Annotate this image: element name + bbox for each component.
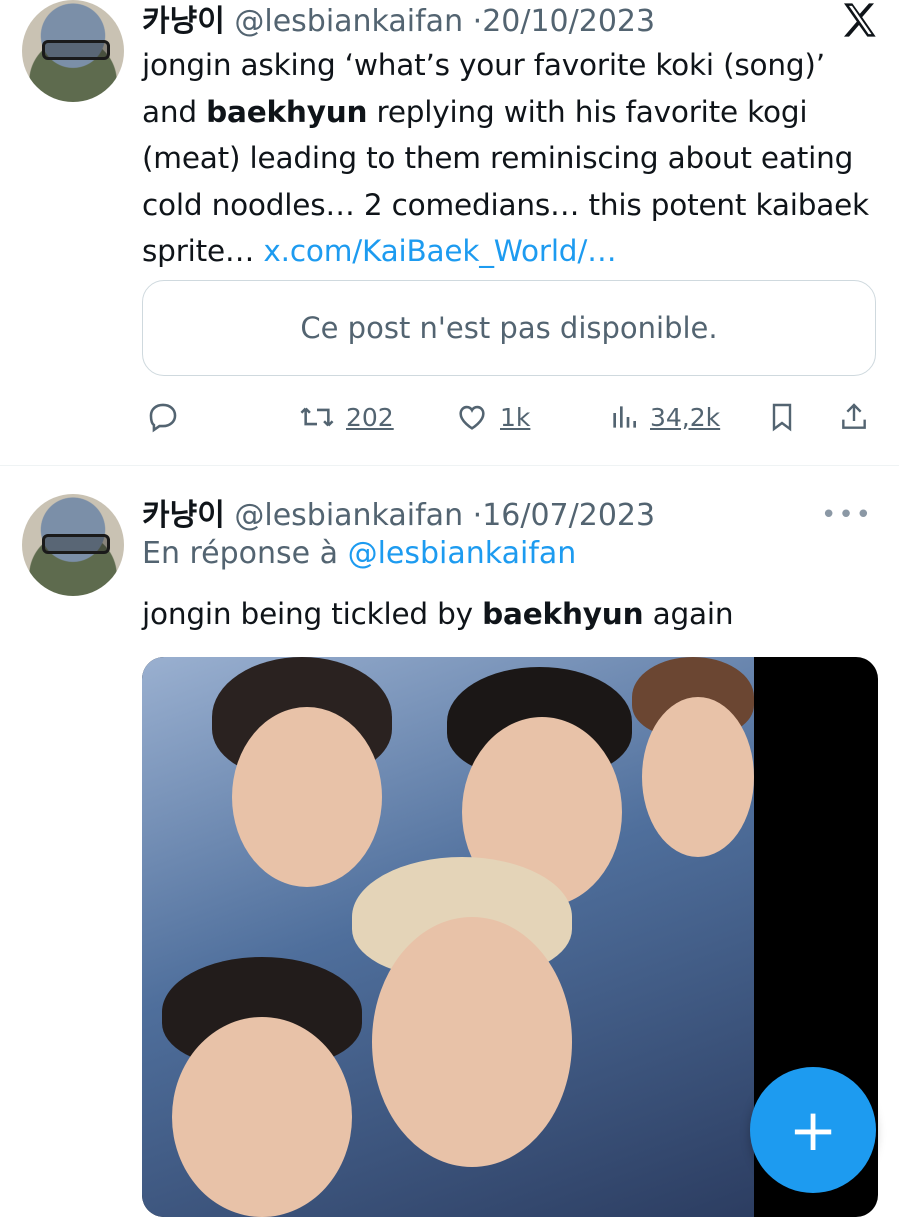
face-shape	[232, 707, 382, 887]
avatar-glasses-shape	[42, 534, 110, 554]
display-name[interactable]: 카냥이	[142, 498, 225, 533]
like-count[interactable]: 1k	[500, 403, 530, 432]
handle[interactable]: @lesbiankaifan	[234, 498, 463, 533]
tweet-header: 카냥이 @lesbiankaifan ·20/10/2023	[142, 0, 655, 40]
bookmark-icon	[766, 399, 798, 435]
avatar-glasses-shape	[42, 40, 110, 60]
views-icon	[608, 400, 640, 434]
action-bar: 202 1k 34,2k	[142, 392, 882, 442]
reply-context: En réponse à @lesbiankaifan	[142, 536, 576, 571]
tweet-text-bold: baekhyun	[206, 94, 368, 129]
reply-icon	[146, 400, 180, 434]
avatar[interactable]	[22, 0, 124, 102]
face-shape	[642, 697, 754, 857]
face-shape	[372, 917, 572, 1167]
divider	[0, 465, 899, 466]
display-name[interactable]: 카냥이	[142, 4, 225, 39]
plus-icon: +	[788, 1096, 838, 1164]
separator: ·	[472, 4, 483, 39]
tweet-text-bold: baekhyun	[482, 597, 644, 631]
tweet-text-part: jongin being tickled by	[142, 597, 483, 631]
handle[interactable]: @lesbiankaifan	[234, 4, 463, 39]
retweet-count[interactable]: 202	[346, 403, 394, 432]
like-button[interactable]: 1k	[454, 392, 530, 442]
tweet-text: jongin asking ‘what’s your favorite koki…	[142, 42, 882, 275]
timestamp[interactable]: 20/10/2023	[482, 4, 655, 39]
more-icon[interactable]: •••	[821, 500, 873, 530]
tweet-link[interactable]: x.com/KaiBaek_World/…	[263, 234, 616, 268]
quoted-post-unavailable: Ce post n'est pas disponible.	[142, 280, 876, 376]
unavailable-text: Ce post n'est pas disponible.	[300, 311, 718, 345]
timestamp[interactable]: 16/07/2023	[482, 498, 655, 533]
share-icon	[838, 399, 870, 435]
reply-button[interactable]	[146, 392, 180, 442]
retweet-icon	[298, 400, 336, 434]
tweet-text-part: again	[643, 597, 734, 631]
face-shape	[172, 1017, 352, 1217]
compose-button[interactable]: +	[750, 1067, 876, 1193]
x-logo-icon[interactable]	[839, 0, 879, 40]
tweet-header: 카냥이 @lesbiankaifan ·16/07/2023	[142, 490, 655, 534]
views-button[interactable]: 34,2k	[608, 392, 720, 442]
share-button[interactable]	[838, 392, 870, 442]
like-icon	[454, 400, 490, 434]
retweet-button[interactable]: 202	[298, 392, 394, 442]
separator: ·	[472, 498, 483, 533]
avatar[interactable]	[22, 494, 124, 596]
reply-to-handle[interactable]: @lesbiankaifan	[348, 536, 577, 571]
tweet-text: jongin being tickled by baekhyun again	[142, 591, 882, 638]
media-photo	[142, 657, 754, 1217]
bookmark-button[interactable]	[766, 392, 798, 442]
view-count[interactable]: 34,2k	[650, 403, 720, 432]
reply-prefix: En réponse à	[142, 536, 348, 571]
